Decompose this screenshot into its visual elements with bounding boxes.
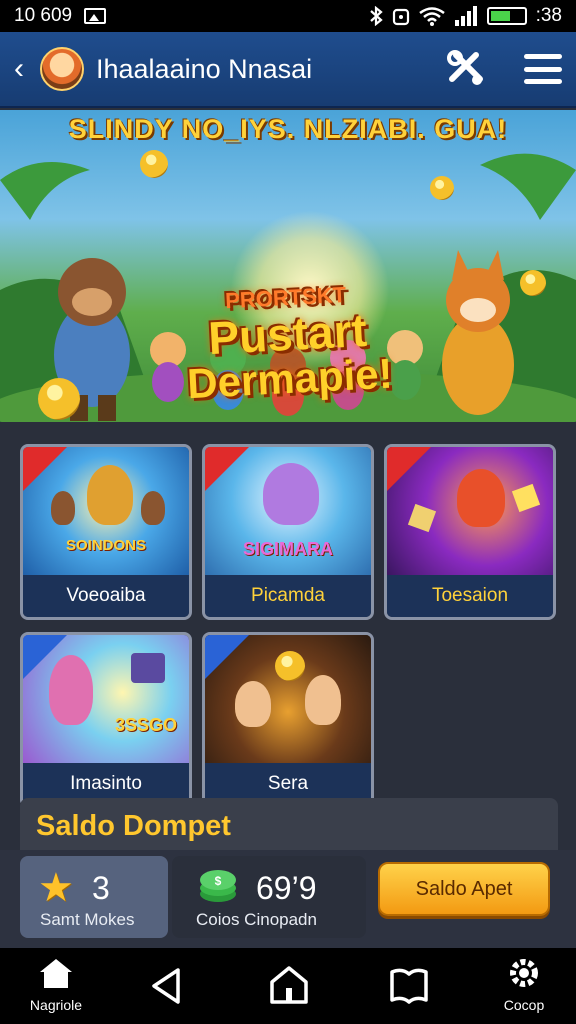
banner-headline: SLINDY NO_IYS. NLZIABI. GUA! [68,114,508,144]
stars-stat: ★ 3 Samt Mokes [20,856,168,938]
back-arrow-icon[interactable]: ‹ [14,52,34,86]
status-clock: :38 [535,5,562,26]
corner-tag [387,447,431,491]
coin-icon [38,378,80,420]
gallery-notification-icon [84,8,107,24]
game-tile[interactable]: SOINDONS Voeoaiba [20,444,192,620]
character-figure [141,491,165,525]
coin-icon [520,270,546,296]
gift-box-icon [131,653,165,683]
character-figure [457,469,505,527]
gear-icon [510,959,538,987]
corner-tag [205,635,249,679]
corner-tag [23,635,67,679]
status-bar: 10 609 :38 [0,0,576,32]
svg-text:$: $ [215,874,222,888]
nav-home-label: Nagriole [29,997,83,1013]
house-outline-icon [270,966,308,1004]
coins-stat: $ 69’9 Coios Cinopadn [172,856,366,938]
game-tile[interactable]: Toesaion [384,444,556,620]
coins-label: Coios Cinopadn [196,910,317,929]
gem-icon [511,483,541,513]
wallet-title: Saldo Dompet [36,810,231,842]
wifi-icon [418,7,445,26]
nav-back[interactable] [146,966,186,1011]
game-art-title: SIGIMARA [243,539,333,559]
coin-icon [275,651,305,681]
character-figure [263,463,319,525]
character-figure [51,491,75,525]
nav-home-system[interactable] [268,964,310,1011]
star-icon: ★ [38,866,74,910]
game-tile[interactable]: SIGIMARA Picamda [202,444,374,620]
character-figure [305,675,341,725]
game-tile[interactable]: Sera [202,632,374,808]
coin-icon [430,176,454,200]
promo-banner[interactable]: SLINDY NO_IYS. NLZIABI. GUA! PRORTSKT Pu… [0,110,576,422]
corner-tag [205,447,249,491]
signal-icon [454,6,477,26]
wallet-balance-button[interactable]: Saldo Apet [378,862,550,916]
game-art-title: SOINDONS [65,537,146,554]
alarm-icon [392,8,409,26]
avatar[interactable] [40,47,84,91]
coins-value: 69’9 [256,870,317,906]
navigation-bar: Nagriole Cocop [0,948,576,1024]
gem-icon [407,503,437,533]
banner-logo: PRORTSKT Pustart Dermapie! [165,279,411,407]
corner-tag [23,447,67,491]
wallet-card: Saldo Dompet [20,798,558,858]
hamburger-menu-icon[interactable] [524,54,562,84]
game-label: Voeoaiba [23,575,189,617]
home-icon [40,959,72,988]
book-icon [390,968,428,1004]
stars-label: Samt Mokes [40,910,135,929]
nav-recents[interactable] [388,966,430,1011]
coin-icon [140,150,168,178]
tools-icon[interactable] [446,49,486,89]
back-triangle-icon [152,968,180,1004]
nav-home[interactable]: Nagriole [28,956,84,1013]
coin-stack-icon: $ [200,870,236,902]
character-figure [235,681,271,727]
status-time: 10 609 [14,5,73,26]
stars-value: 3 [92,870,110,906]
nav-settings-label: Cocop [503,997,545,1013]
bluetooth-icon [369,6,383,26]
app-title: Ihaalaaino Nnasai [96,53,313,84]
game-label: Toesaion [387,575,553,617]
character-figure [87,465,133,525]
game-tile[interactable]: 3SSGO Imasinto [20,632,192,808]
game-label: Picamda [205,575,371,617]
battery-icon [486,7,527,25]
nav-settings[interactable]: Cocop [496,956,552,1013]
app-bar: ‹ Ihaalaaino Nnasai [0,32,576,108]
game-art-title: 3SSGO [114,715,178,735]
